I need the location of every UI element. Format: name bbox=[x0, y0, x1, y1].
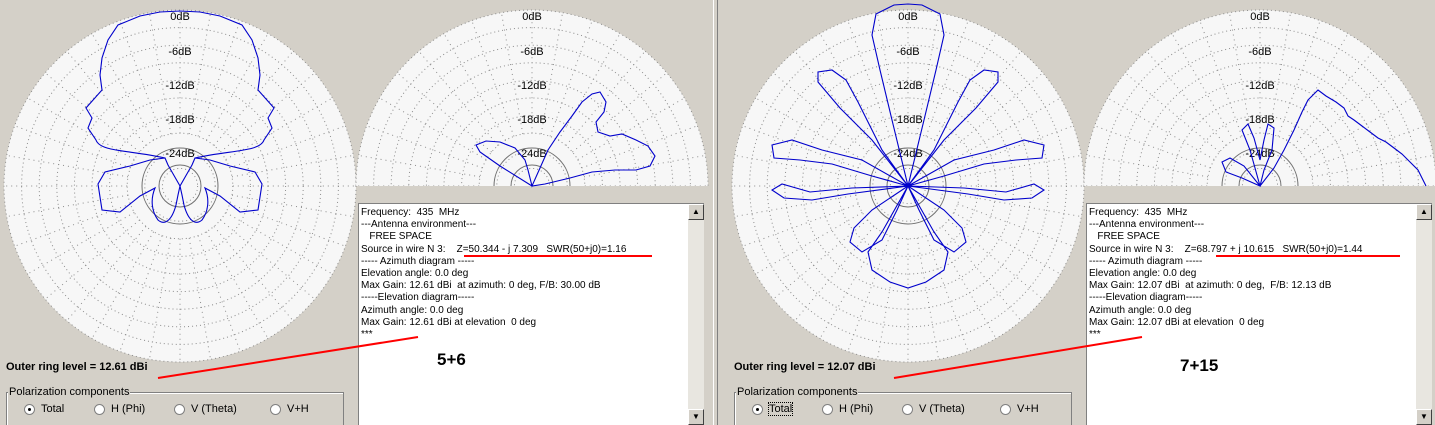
radio-icon bbox=[902, 403, 913, 415]
ring-label: -12dB bbox=[517, 80, 546, 92]
info-line: -----Elevation diagram----- bbox=[361, 292, 475, 304]
info-line: Frequency: 435 MHz bbox=[1089, 207, 1188, 218]
ring-label: 0dB bbox=[898, 11, 918, 23]
radio-label: Total bbox=[767, 402, 794, 416]
scroll-down-arrow-icon[interactable]: ▼ bbox=[1416, 409, 1432, 425]
info-line: Frequency: 435 MHz bbox=[361, 207, 460, 218]
radio-label: V (Theta) bbox=[919, 403, 965, 415]
pattern-window-right: 0dB -6dB -12dB -18dB -24dB 0dB -6dB -12dB -18dB… bbox=[722, 0, 1435, 425]
scroll-up-arrow-icon[interactable]: ▲ bbox=[688, 204, 704, 220]
radio-v-theta[interactable]: V (Theta) bbox=[902, 403, 965, 415]
radio-v-plus-h[interactable]: V+H bbox=[1000, 403, 1039, 415]
scroll-down-arrow-icon[interactable]: ▼ bbox=[688, 409, 704, 425]
ring-label: -12dB bbox=[1245, 80, 1274, 92]
radio-v-theta[interactable]: V (Theta) bbox=[174, 403, 237, 415]
radio-total[interactable]: Total bbox=[24, 403, 64, 415]
vertical-scrollbar[interactable]: ▲ ▼ bbox=[688, 204, 704, 425]
ring-label: -6dB bbox=[1248, 46, 1271, 58]
ring-label: -18dB bbox=[517, 114, 546, 126]
ring-label: 0dB bbox=[170, 11, 190, 23]
ring-label: -24dB bbox=[517, 148, 546, 160]
info-line: ---Antenna environment--- bbox=[1089, 219, 1205, 231]
ring-label: -12dB bbox=[893, 80, 922, 92]
ring-label: -6dB bbox=[168, 46, 191, 58]
ring-label: -18dB bbox=[1245, 114, 1274, 126]
outer-ring-level: Outer ring level = 12.61 dBi bbox=[6, 361, 148, 373]
info-line: Azimuth angle: 0.0 deg bbox=[361, 304, 464, 316]
outer-ring-level: Outer ring level = 12.07 dBi bbox=[734, 361, 876, 373]
info-line: Elevation angle: 0.0 deg bbox=[1089, 268, 1197, 280]
ring-label: -24dB bbox=[165, 148, 194, 160]
radio-selected-icon bbox=[24, 403, 35, 415]
radio-label: V+H bbox=[287, 403, 309, 415]
info-line: Max Gain: 12.07 dBi at azimuth: 0 deg, F… bbox=[1089, 280, 1332, 292]
info-line: ----- Azimuth diagram ----- bbox=[361, 255, 475, 267]
config-label: 7+15 bbox=[1180, 356, 1219, 375]
ring-label: 0dB bbox=[522, 11, 542, 23]
polarization-title: Polarization components bbox=[8, 386, 131, 398]
scroll-up-arrow-icon[interactable]: ▲ bbox=[1416, 204, 1432, 220]
results-textbox[interactable]: Frequency: 435 MHz ---Antenna environmen… bbox=[358, 203, 704, 425]
info-line: Source in wire N 3: Z=50.344 - j 7.309 S… bbox=[361, 243, 627, 255]
info-line: Max Gain: 12.61 dBi at azimuth: 0 deg, F… bbox=[361, 280, 601, 292]
radio-label: H (Phi) bbox=[839, 403, 874, 415]
radio-v-plus-h[interactable]: V+H bbox=[270, 403, 309, 415]
results-lines: Frequency: 435 MHz ---Antenna environmen… bbox=[1089, 207, 1414, 341]
info-line: ---Antenna environment--- bbox=[361, 219, 477, 231]
info-line: *** bbox=[361, 329, 373, 341]
info-line: ----- Azimuth diagram ----- bbox=[1089, 255, 1203, 267]
radio-h-phi[interactable]: H (Phi) bbox=[94, 403, 145, 415]
info-line: Source in wire N 3: Z=68.797 + j 10.615 … bbox=[1089, 243, 1363, 255]
info-line: Max Gain: 12.07 dBi at elevation 0 deg bbox=[1089, 316, 1265, 328]
radio-selected-icon bbox=[752, 403, 763, 415]
info-line: -----Elevation diagram----- bbox=[1089, 292, 1203, 304]
polarization-title: Polarization components bbox=[736, 386, 859, 398]
radio-label: V+H bbox=[1017, 403, 1039, 415]
radio-total[interactable]: Total bbox=[752, 402, 794, 416]
info-line: FREE SPACE bbox=[1089, 231, 1160, 243]
ring-label: -24dB bbox=[893, 148, 922, 160]
results-lines: Frequency: 435 MHz ---Antenna environmen… bbox=[361, 207, 686, 341]
radio-icon bbox=[822, 403, 833, 415]
info-line: Azimuth angle: 0.0 deg bbox=[1089, 304, 1192, 316]
ring-label: -18dB bbox=[893, 114, 922, 126]
info-line: Max Gain: 12.61 dBi at elevation 0 deg bbox=[361, 316, 537, 328]
info-line: Elevation angle: 0.0 deg bbox=[361, 268, 469, 280]
ring-label: -6dB bbox=[520, 46, 543, 58]
window-divider[interactable] bbox=[713, 0, 722, 425]
ring-label: 0dB bbox=[1250, 11, 1270, 23]
results-textbox[interactable]: Frequency: 435 MHz ---Antenna environmen… bbox=[1086, 203, 1432, 425]
radio-h-phi[interactable]: H (Phi) bbox=[822, 403, 873, 415]
radio-icon bbox=[270, 403, 281, 415]
radio-icon bbox=[174, 403, 185, 415]
info-line: FREE SPACE bbox=[361, 231, 432, 243]
config-label: 5+6 bbox=[437, 350, 466, 369]
radio-label: Total bbox=[41, 403, 65, 415]
ring-label: -18dB bbox=[165, 114, 194, 126]
pattern-window-left: 0dB -6dB -12dB -18dB -24dB 0dB -6dB -12dB -18dB… bbox=[0, 0, 713, 425]
ring-label: -6dB bbox=[896, 46, 919, 58]
radio-icon bbox=[1000, 403, 1011, 415]
info-line: *** bbox=[1089, 329, 1101, 341]
ring-label: -12dB bbox=[165, 80, 194, 92]
vertical-scrollbar[interactable]: ▲ ▼ bbox=[1416, 204, 1432, 425]
radio-label: V (Theta) bbox=[191, 403, 237, 415]
radio-icon bbox=[94, 403, 105, 415]
radio-label: H (Phi) bbox=[111, 403, 146, 415]
